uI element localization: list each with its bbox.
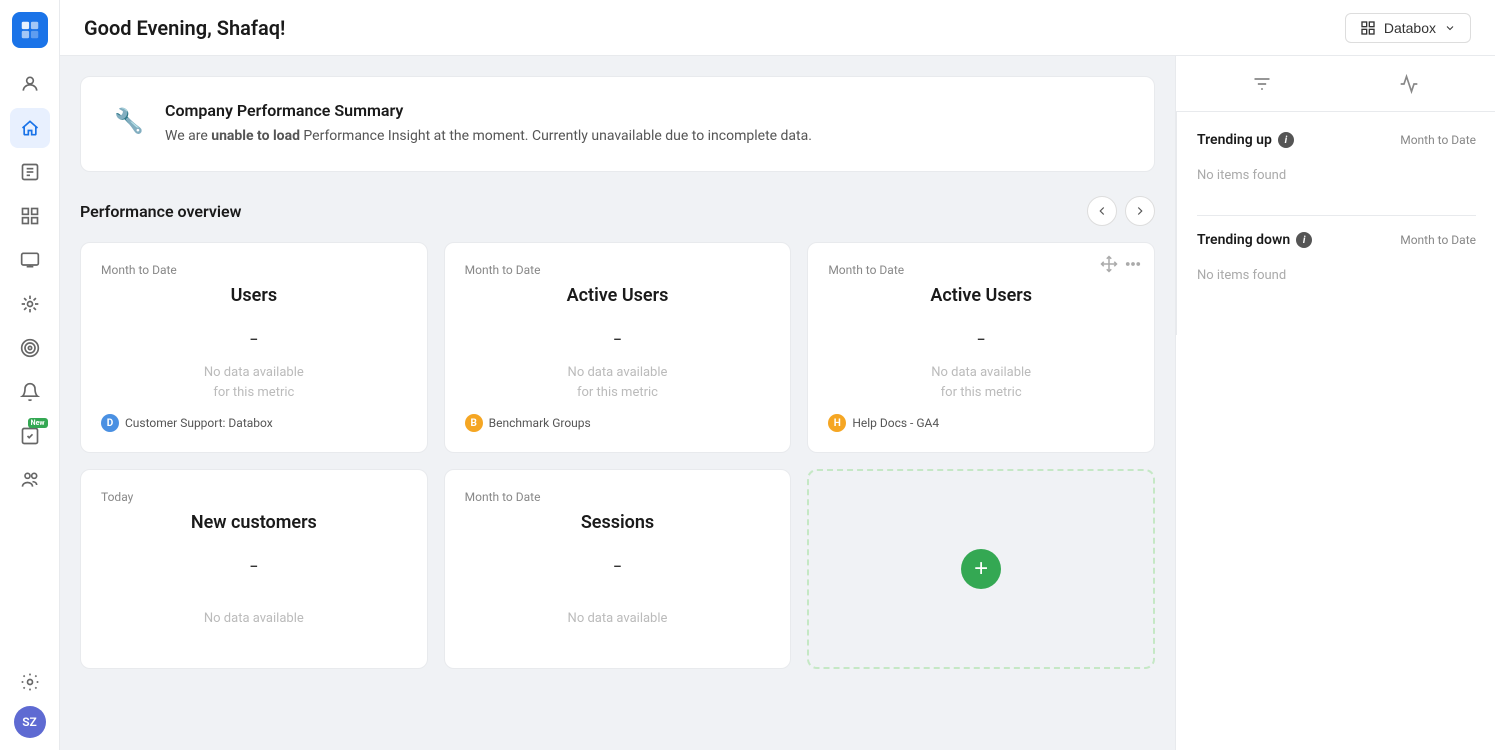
card-no-data-active-2: No data availablefor this metric <box>828 363 1134 402</box>
sidebar: New SZ <box>0 0 60 750</box>
trending-up-empty: No items found <box>1197 160 1476 191</box>
trending-down-empty: No items found <box>1197 260 1476 291</box>
trending-up-label: Trending up i <box>1197 132 1294 148</box>
card-source-users: D Customer Support: Databox <box>101 402 407 432</box>
right-panel: Trending up i Month to Date No items fou… <box>1176 112 1495 335</box>
metric-card-active-users-2: Month to Date Active Users - No data ava… <box>807 242 1155 453</box>
sidebar-item-settings[interactable] <box>10 662 50 702</box>
card-title-active-2: Active Users <box>828 285 1134 306</box>
card-value-sessions: - <box>465 549 771 582</box>
wrench-icon: 🔧 <box>109 101 149 141</box>
dashboard-content: 🔧 Company Performance Summary We are una… <box>60 56 1175 750</box>
card-no-data-new-customers: No data available <box>101 590 407 648</box>
user-avatar[interactable]: SZ <box>14 706 46 738</box>
trending-up-info-icon[interactable]: i <box>1278 132 1294 148</box>
cards-grid: Month to Date Users - No data availablef… <box>80 242 1155 669</box>
source-label-users: Customer Support: Databox <box>125 416 273 430</box>
metric-card-users: Month to Date Users - No data availablef… <box>80 242 428 453</box>
activity-icon[interactable] <box>1399 74 1419 94</box>
card-title-new-customers: New customers <box>101 512 407 533</box>
trending-up-section: Trending up i Month to Date No items fou… <box>1197 132 1476 191</box>
sidebar-item-dashboards[interactable] <box>10 196 50 236</box>
chevron-left-icon <box>1095 204 1109 218</box>
sidebar-item-tv[interactable] <box>10 240 50 280</box>
metric-card-new-customers: Today New customers - No data available <box>80 469 428 669</box>
source-icon-active-1: B <box>465 414 483 432</box>
move-icon[interactable] <box>1100 255 1118 273</box>
content-wrapper: 🔧 Company Performance Summary We are una… <box>60 56 1495 750</box>
card-no-data-users: No data availablefor this metric <box>101 363 407 402</box>
card-no-data-sessions: No data available <box>465 590 771 648</box>
right-panel-header <box>1176 56 1495 112</box>
sidebar-item-home[interactable] <box>10 108 50 148</box>
performance-summary: 🔧 Company Performance Summary We are una… <box>80 76 1155 172</box>
more-icon[interactable] <box>1124 255 1142 273</box>
sidebar-item-team[interactable] <box>10 460 50 500</box>
trending-up-date: Month to Date <box>1400 133 1476 147</box>
card-period-new-customers: Today <box>101 490 407 504</box>
sidebar-item-alerts[interactable] <box>10 372 50 412</box>
workspace-selector[interactable]: Databox <box>1345 13 1471 43</box>
trending-down-label: Trending down i <box>1197 232 1312 248</box>
trending-down-date: Month to Date <box>1400 233 1476 247</box>
sidebar-item-integrations[interactable] <box>10 284 50 324</box>
app-logo[interactable] <box>12 12 48 48</box>
metric-card-active-users-1: Month to Date Active Users - No data ava… <box>444 242 792 453</box>
right-panel-container: Trending up i Month to Date No items fou… <box>1175 56 1495 750</box>
nav-arrows <box>1087 196 1155 226</box>
chevron-right-icon <box>1133 204 1147 218</box>
workspace-label: Databox <box>1384 20 1436 36</box>
trending-down-info-icon[interactable]: i <box>1296 232 1312 248</box>
summary-title: Company Performance Summary <box>165 101 812 120</box>
source-icon-active-2: H <box>828 414 846 432</box>
card-title-sessions: Sessions <box>465 512 771 533</box>
source-label-active-2: Help Docs - GA4 <box>852 416 939 430</box>
metric-card-sessions: Month to Date Sessions - No data availab… <box>444 469 792 669</box>
summary-description: We are unable to load Performance Insigh… <box>165 126 812 147</box>
trending-down-section: Trending down i Month to Date No items f… <box>1197 232 1476 291</box>
trend-divider <box>1197 215 1476 216</box>
sidebar-item-people[interactable] <box>10 64 50 104</box>
card-value-active-2: - <box>828 322 1134 355</box>
source-label-active-1: Benchmark Groups <box>489 416 591 430</box>
sidebar-bottom: SZ <box>10 662 50 738</box>
sort-icon[interactable] <box>1252 74 1272 94</box>
card-period-active-2: Month to Date <box>828 263 1134 277</box>
sidebar-item-reports[interactable]: New <box>10 416 50 456</box>
perf-overview-title: Performance overview <box>80 202 241 221</box>
new-badge: New <box>28 418 48 428</box>
card-source-active-1: B Benchmark Groups <box>465 402 771 432</box>
sidebar-item-scorecard[interactable] <box>10 152 50 192</box>
card-actions <box>1100 255 1142 273</box>
card-no-data-active-1: No data availablefor this metric <box>465 363 771 402</box>
perf-overview-header: Performance overview <box>80 196 1155 226</box>
summary-text: Company Performance Summary We are unabl… <box>165 101 812 147</box>
nav-prev-button[interactable] <box>1087 196 1117 226</box>
trending-down-header: Trending down i Month to Date <box>1197 232 1476 248</box>
topbar: Good Evening, Shafaq! Databox <box>60 0 1495 56</box>
card-title-users: Users <box>101 285 407 306</box>
nav-next-button[interactable] <box>1125 196 1155 226</box>
card-value-new-customers: - <box>101 549 407 582</box>
card-period-sessions: Month to Date <box>465 490 771 504</box>
card-period-users: Month to Date <box>101 263 407 277</box>
card-period-active-1: Month to Date <box>465 263 771 277</box>
card-title-active-1: Active Users <box>465 285 771 306</box>
page-title: Good Evening, Shafaq! <box>84 16 1329 40</box>
add-metric-button[interactable]: + <box>961 549 1001 589</box>
chevron-down-icon <box>1444 22 1456 34</box>
source-icon-users: D <box>101 414 119 432</box>
trending-up-header: Trending up i Month to Date <box>1197 132 1476 148</box>
sidebar-item-goals[interactable] <box>10 328 50 368</box>
metric-card-add-new[interactable]: + <box>807 469 1155 669</box>
workspace-icon <box>1360 20 1376 36</box>
card-value-active-1: - <box>465 322 771 355</box>
card-source-active-2: H Help Docs - GA4 <box>828 402 1134 432</box>
main-area: Good Evening, Shafaq! Databox 🔧 Company … <box>60 0 1495 750</box>
card-value-users: - <box>101 322 407 355</box>
